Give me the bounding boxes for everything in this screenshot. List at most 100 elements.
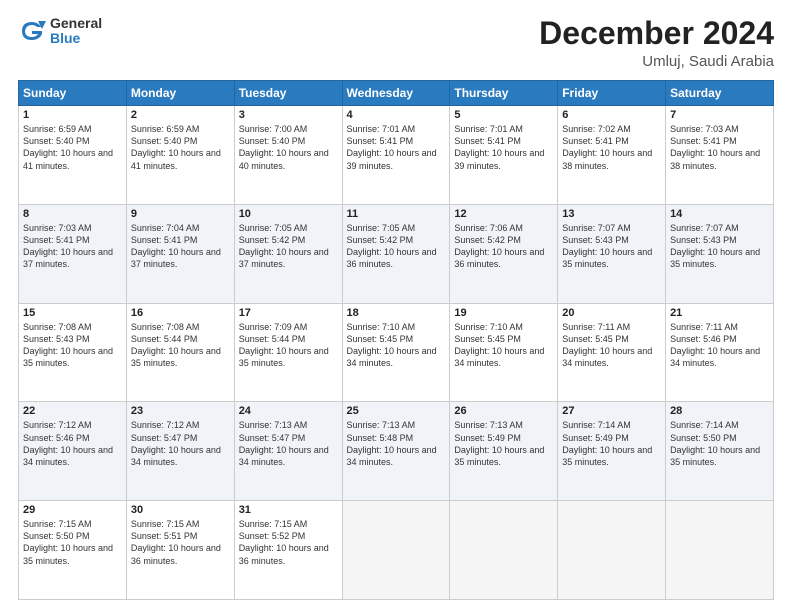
- calendar-cell: 30 Sunrise: 7:15 AM Sunset: 5:51 PM Dayl…: [126, 501, 234, 600]
- day-number: 14: [670, 208, 769, 220]
- calendar-cell: 25 Sunrise: 7:13 AM Sunset: 5:48 PM Dayl…: [342, 402, 450, 501]
- day-info: Sunrise: 7:04 AM Sunset: 5:41 PM Dayligh…: [131, 222, 230, 271]
- day-number: 20: [562, 307, 661, 319]
- day-number: 28: [670, 405, 769, 417]
- calendar-cell: 29 Sunrise: 7:15 AM Sunset: 5:50 PM Dayl…: [19, 501, 127, 600]
- calendar-table: SundayMondayTuesdayWednesdayThursdayFrid…: [18, 80, 774, 600]
- calendar-cell: 20 Sunrise: 7:11 AM Sunset: 5:45 PM Dayl…: [558, 303, 666, 402]
- day-number: 23: [131, 405, 230, 417]
- day-info: Sunrise: 7:13 AM Sunset: 5:48 PM Dayligh…: [347, 419, 446, 468]
- calendar-cell: 9 Sunrise: 7:04 AM Sunset: 5:41 PM Dayli…: [126, 204, 234, 303]
- logo-icon: [18, 17, 46, 45]
- day-number: 25: [347, 405, 446, 417]
- calendar-cell: 22 Sunrise: 7:12 AM Sunset: 5:46 PM Dayl…: [19, 402, 127, 501]
- day-number: 13: [562, 208, 661, 220]
- day-number: 24: [239, 405, 338, 417]
- calendar-page: General Blue December 2024 Umluj, Saudi …: [0, 0, 792, 612]
- day-number: 6: [562, 109, 661, 121]
- title-section: December 2024 Umluj, Saudi Arabia: [539, 16, 774, 70]
- calendar-cell: 16 Sunrise: 7:08 AM Sunset: 5:44 PM Dayl…: [126, 303, 234, 402]
- calendar-cell: [342, 501, 450, 600]
- day-number: 17: [239, 307, 338, 319]
- calendar-cell: 18 Sunrise: 7:10 AM Sunset: 5:45 PM Dayl…: [342, 303, 450, 402]
- day-info: Sunrise: 7:13 AM Sunset: 5:47 PM Dayligh…: [239, 419, 338, 468]
- day-info: Sunrise: 7:00 AM Sunset: 5:40 PM Dayligh…: [239, 123, 338, 172]
- calendar-cell: 11 Sunrise: 7:05 AM Sunset: 5:42 PM Dayl…: [342, 204, 450, 303]
- logo-general-text: General: [50, 16, 102, 31]
- day-info: Sunrise: 6:59 AM Sunset: 5:40 PM Dayligh…: [131, 123, 230, 172]
- week-row-5: 29 Sunrise: 7:15 AM Sunset: 5:50 PM Dayl…: [19, 501, 774, 600]
- day-number: 27: [562, 405, 661, 417]
- day-info: Sunrise: 7:12 AM Sunset: 5:47 PM Dayligh…: [131, 419, 230, 468]
- weekday-header-monday: Monday: [126, 81, 234, 106]
- calendar-cell: 24 Sunrise: 7:13 AM Sunset: 5:47 PM Dayl…: [234, 402, 342, 501]
- calendar-cell: 13 Sunrise: 7:07 AM Sunset: 5:43 PM Dayl…: [558, 204, 666, 303]
- weekday-header-friday: Friday: [558, 81, 666, 106]
- calendar-cell: 2 Sunrise: 6:59 AM Sunset: 5:40 PM Dayli…: [126, 106, 234, 205]
- day-number: 15: [23, 307, 122, 319]
- week-row-1: 1 Sunrise: 6:59 AM Sunset: 5:40 PM Dayli…: [19, 106, 774, 205]
- day-info: Sunrise: 7:01 AM Sunset: 5:41 PM Dayligh…: [347, 123, 446, 172]
- day-info: Sunrise: 7:02 AM Sunset: 5:41 PM Dayligh…: [562, 123, 661, 172]
- day-number: 18: [347, 307, 446, 319]
- week-row-4: 22 Sunrise: 7:12 AM Sunset: 5:46 PM Dayl…: [19, 402, 774, 501]
- day-info: Sunrise: 7:05 AM Sunset: 5:42 PM Dayligh…: [347, 222, 446, 271]
- weekday-header-saturday: Saturday: [666, 81, 774, 106]
- logo-blue-text: Blue: [50, 31, 102, 46]
- day-number: 26: [454, 405, 553, 417]
- day-number: 3: [239, 109, 338, 121]
- calendar-cell: [450, 501, 558, 600]
- day-info: Sunrise: 7:10 AM Sunset: 5:45 PM Dayligh…: [454, 321, 553, 370]
- day-number: 8: [23, 208, 122, 220]
- calendar-cell: 3 Sunrise: 7:00 AM Sunset: 5:40 PM Dayli…: [234, 106, 342, 205]
- calendar-cell: 4 Sunrise: 7:01 AM Sunset: 5:41 PM Dayli…: [342, 106, 450, 205]
- calendar-cell: 23 Sunrise: 7:12 AM Sunset: 5:47 PM Dayl…: [126, 402, 234, 501]
- calendar-cell: [558, 501, 666, 600]
- day-info: Sunrise: 7:11 AM Sunset: 5:46 PM Dayligh…: [670, 321, 769, 370]
- day-info: Sunrise: 7:12 AM Sunset: 5:46 PM Dayligh…: [23, 419, 122, 468]
- day-number: 2: [131, 109, 230, 121]
- calendar-cell: 14 Sunrise: 7:07 AM Sunset: 5:43 PM Dayl…: [666, 204, 774, 303]
- calendar-cell: 27 Sunrise: 7:14 AM Sunset: 5:49 PM Dayl…: [558, 402, 666, 501]
- day-number: 31: [239, 504, 338, 516]
- calendar-cell: 12 Sunrise: 7:06 AM Sunset: 5:42 PM Dayl…: [450, 204, 558, 303]
- day-info: Sunrise: 7:15 AM Sunset: 5:50 PM Dayligh…: [23, 518, 122, 567]
- day-number: 16: [131, 307, 230, 319]
- day-number: 5: [454, 109, 553, 121]
- calendar-cell: 7 Sunrise: 7:03 AM Sunset: 5:41 PM Dayli…: [666, 106, 774, 205]
- day-info: Sunrise: 7:07 AM Sunset: 5:43 PM Dayligh…: [670, 222, 769, 271]
- day-number: 11: [347, 208, 446, 220]
- day-info: Sunrise: 7:10 AM Sunset: 5:45 PM Dayligh…: [347, 321, 446, 370]
- day-info: Sunrise: 7:14 AM Sunset: 5:49 PM Dayligh…: [562, 419, 661, 468]
- header: General Blue December 2024 Umluj, Saudi …: [18, 16, 774, 70]
- day-info: Sunrise: 7:15 AM Sunset: 5:51 PM Dayligh…: [131, 518, 230, 567]
- week-row-3: 15 Sunrise: 7:08 AM Sunset: 5:43 PM Dayl…: [19, 303, 774, 402]
- calendar-cell: 10 Sunrise: 7:05 AM Sunset: 5:42 PM Dayl…: [234, 204, 342, 303]
- weekday-header-row: SundayMondayTuesdayWednesdayThursdayFrid…: [19, 81, 774, 106]
- weekday-header-sunday: Sunday: [19, 81, 127, 106]
- day-info: Sunrise: 6:59 AM Sunset: 5:40 PM Dayligh…: [23, 123, 122, 172]
- day-info: Sunrise: 7:14 AM Sunset: 5:50 PM Dayligh…: [670, 419, 769, 468]
- logo-text: General Blue: [50, 16, 102, 47]
- day-info: Sunrise: 7:15 AM Sunset: 5:52 PM Dayligh…: [239, 518, 338, 567]
- day-info: Sunrise: 7:05 AM Sunset: 5:42 PM Dayligh…: [239, 222, 338, 271]
- day-number: 9: [131, 208, 230, 220]
- day-number: 30: [131, 504, 230, 516]
- logo: General Blue: [18, 16, 102, 47]
- calendar-cell: 19 Sunrise: 7:10 AM Sunset: 5:45 PM Dayl…: [450, 303, 558, 402]
- calendar-cell: [666, 501, 774, 600]
- weekday-header-tuesday: Tuesday: [234, 81, 342, 106]
- day-number: 19: [454, 307, 553, 319]
- day-info: Sunrise: 7:11 AM Sunset: 5:45 PM Dayligh…: [562, 321, 661, 370]
- calendar-cell: 6 Sunrise: 7:02 AM Sunset: 5:41 PM Dayli…: [558, 106, 666, 205]
- calendar-cell: 1 Sunrise: 6:59 AM Sunset: 5:40 PM Dayli…: [19, 106, 127, 205]
- calendar-cell: 17 Sunrise: 7:09 AM Sunset: 5:44 PM Dayl…: [234, 303, 342, 402]
- day-info: Sunrise: 7:08 AM Sunset: 5:43 PM Dayligh…: [23, 321, 122, 370]
- day-info: Sunrise: 7:06 AM Sunset: 5:42 PM Dayligh…: [454, 222, 553, 271]
- day-info: Sunrise: 7:13 AM Sunset: 5:49 PM Dayligh…: [454, 419, 553, 468]
- day-number: 4: [347, 109, 446, 121]
- day-info: Sunrise: 7:03 AM Sunset: 5:41 PM Dayligh…: [23, 222, 122, 271]
- day-info: Sunrise: 7:07 AM Sunset: 5:43 PM Dayligh…: [562, 222, 661, 271]
- day-number: 1: [23, 109, 122, 121]
- month-title: December 2024: [539, 16, 774, 51]
